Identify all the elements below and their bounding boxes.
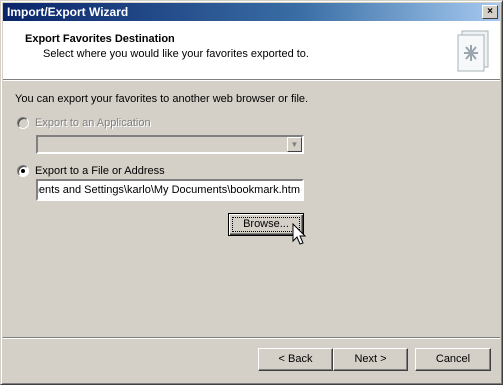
footer-divider (3, 337, 500, 339)
intro-text: You can export your favorites to another… (15, 93, 309, 105)
cancel-button[interactable]: Cancel (415, 348, 491, 371)
file-path-input[interactable]: C:\Documents and Settings\karlo\My Docum… (36, 179, 304, 201)
export-to-file-option[interactable]: Export to a File or Address (17, 165, 165, 177)
window-title: Import/Export Wizard (7, 5, 129, 19)
next-button[interactable]: Next > (333, 348, 408, 371)
export-to-application-label: Export to an Application (35, 117, 151, 129)
page-title: Export Favorites Destination (25, 33, 175, 45)
export-to-application-option[interactable]: Export to an Application (17, 117, 151, 129)
title-bar[interactable]: Import/Export Wizard × (3, 3, 500, 21)
radio-file[interactable] (17, 165, 29, 177)
chevron-down-icon[interactable]: ▼ (287, 137, 302, 152)
mouse-pointer-icon (292, 223, 307, 245)
file-path-value: C:\Documents and Settings\karlo\My Docum… (38, 184, 300, 196)
back-label: < Back (278, 353, 313, 365)
radio-application[interactable] (17, 117, 29, 129)
next-label: Next > (354, 353, 387, 365)
cancel-label: Cancel (435, 353, 471, 365)
back-button[interactable]: < Back (258, 348, 333, 371)
wizard-window: Import/Export Wizard × Export Favorites … (0, 0, 503, 385)
header-divider (3, 79, 500, 81)
export-to-file-label: Export to a File or Address (35, 165, 165, 177)
close-icon: × (487, 6, 493, 17)
browse-label: Browse... (243, 218, 289, 230)
close-button[interactable]: × (482, 5, 498, 19)
page-subtitle: Select where you would like your favorit… (43, 48, 309, 60)
application-combo[interactable]: ▼ (36, 135, 304, 154)
favorites-document-icon (457, 30, 489, 72)
wizard-header: Export Favorites Destination Select wher… (3, 21, 500, 79)
